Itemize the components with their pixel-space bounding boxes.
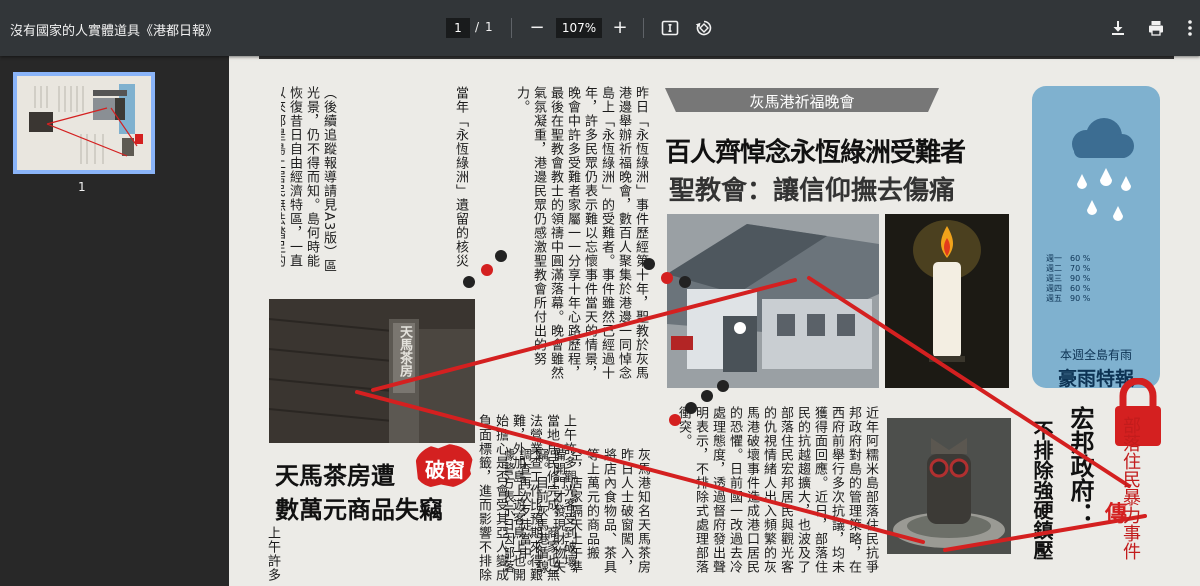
page-separator: / [475,20,480,34]
pin-icon [463,250,729,426]
print-icon[interactable] [1146,18,1166,38]
rotate-icon[interactable] [694,18,714,38]
more-options-icon[interactable] [1184,18,1196,38]
zoom-in-button[interactable]: + [610,14,630,42]
thumbnail-sidebar: 1 [0,56,229,586]
pdf-page: （後續追蹤報導請見A3版）區光景，仍不得而知。島何時能恢復昔日自由經濟特區，一直… [229,56,1200,586]
fit-to-page-icon[interactable] [660,18,680,38]
zoom-input[interactable]: 107% [556,18,602,38]
zoom-out-button[interactable]: − [527,14,547,42]
page-thumbnail[interactable] [13,72,155,174]
toolbar-divider [511,18,512,38]
document-title: 沒有國家的人實體道具《港都日報》 [10,24,219,39]
thumbnail-page-number: 1 [78,180,86,194]
stamp-mark: 傳 [1105,502,1128,527]
pdf-toolbar: 沒有國家的人實體道具《港都日報》 1 / 1 − 107% + [0,0,1200,56]
page-total: 1 [485,20,493,34]
toolbar-divider [643,18,644,38]
download-icon[interactable] [1108,18,1128,38]
red-string-overlay [355,250,1147,552]
page-number-input[interactable]: 1 [446,18,470,38]
